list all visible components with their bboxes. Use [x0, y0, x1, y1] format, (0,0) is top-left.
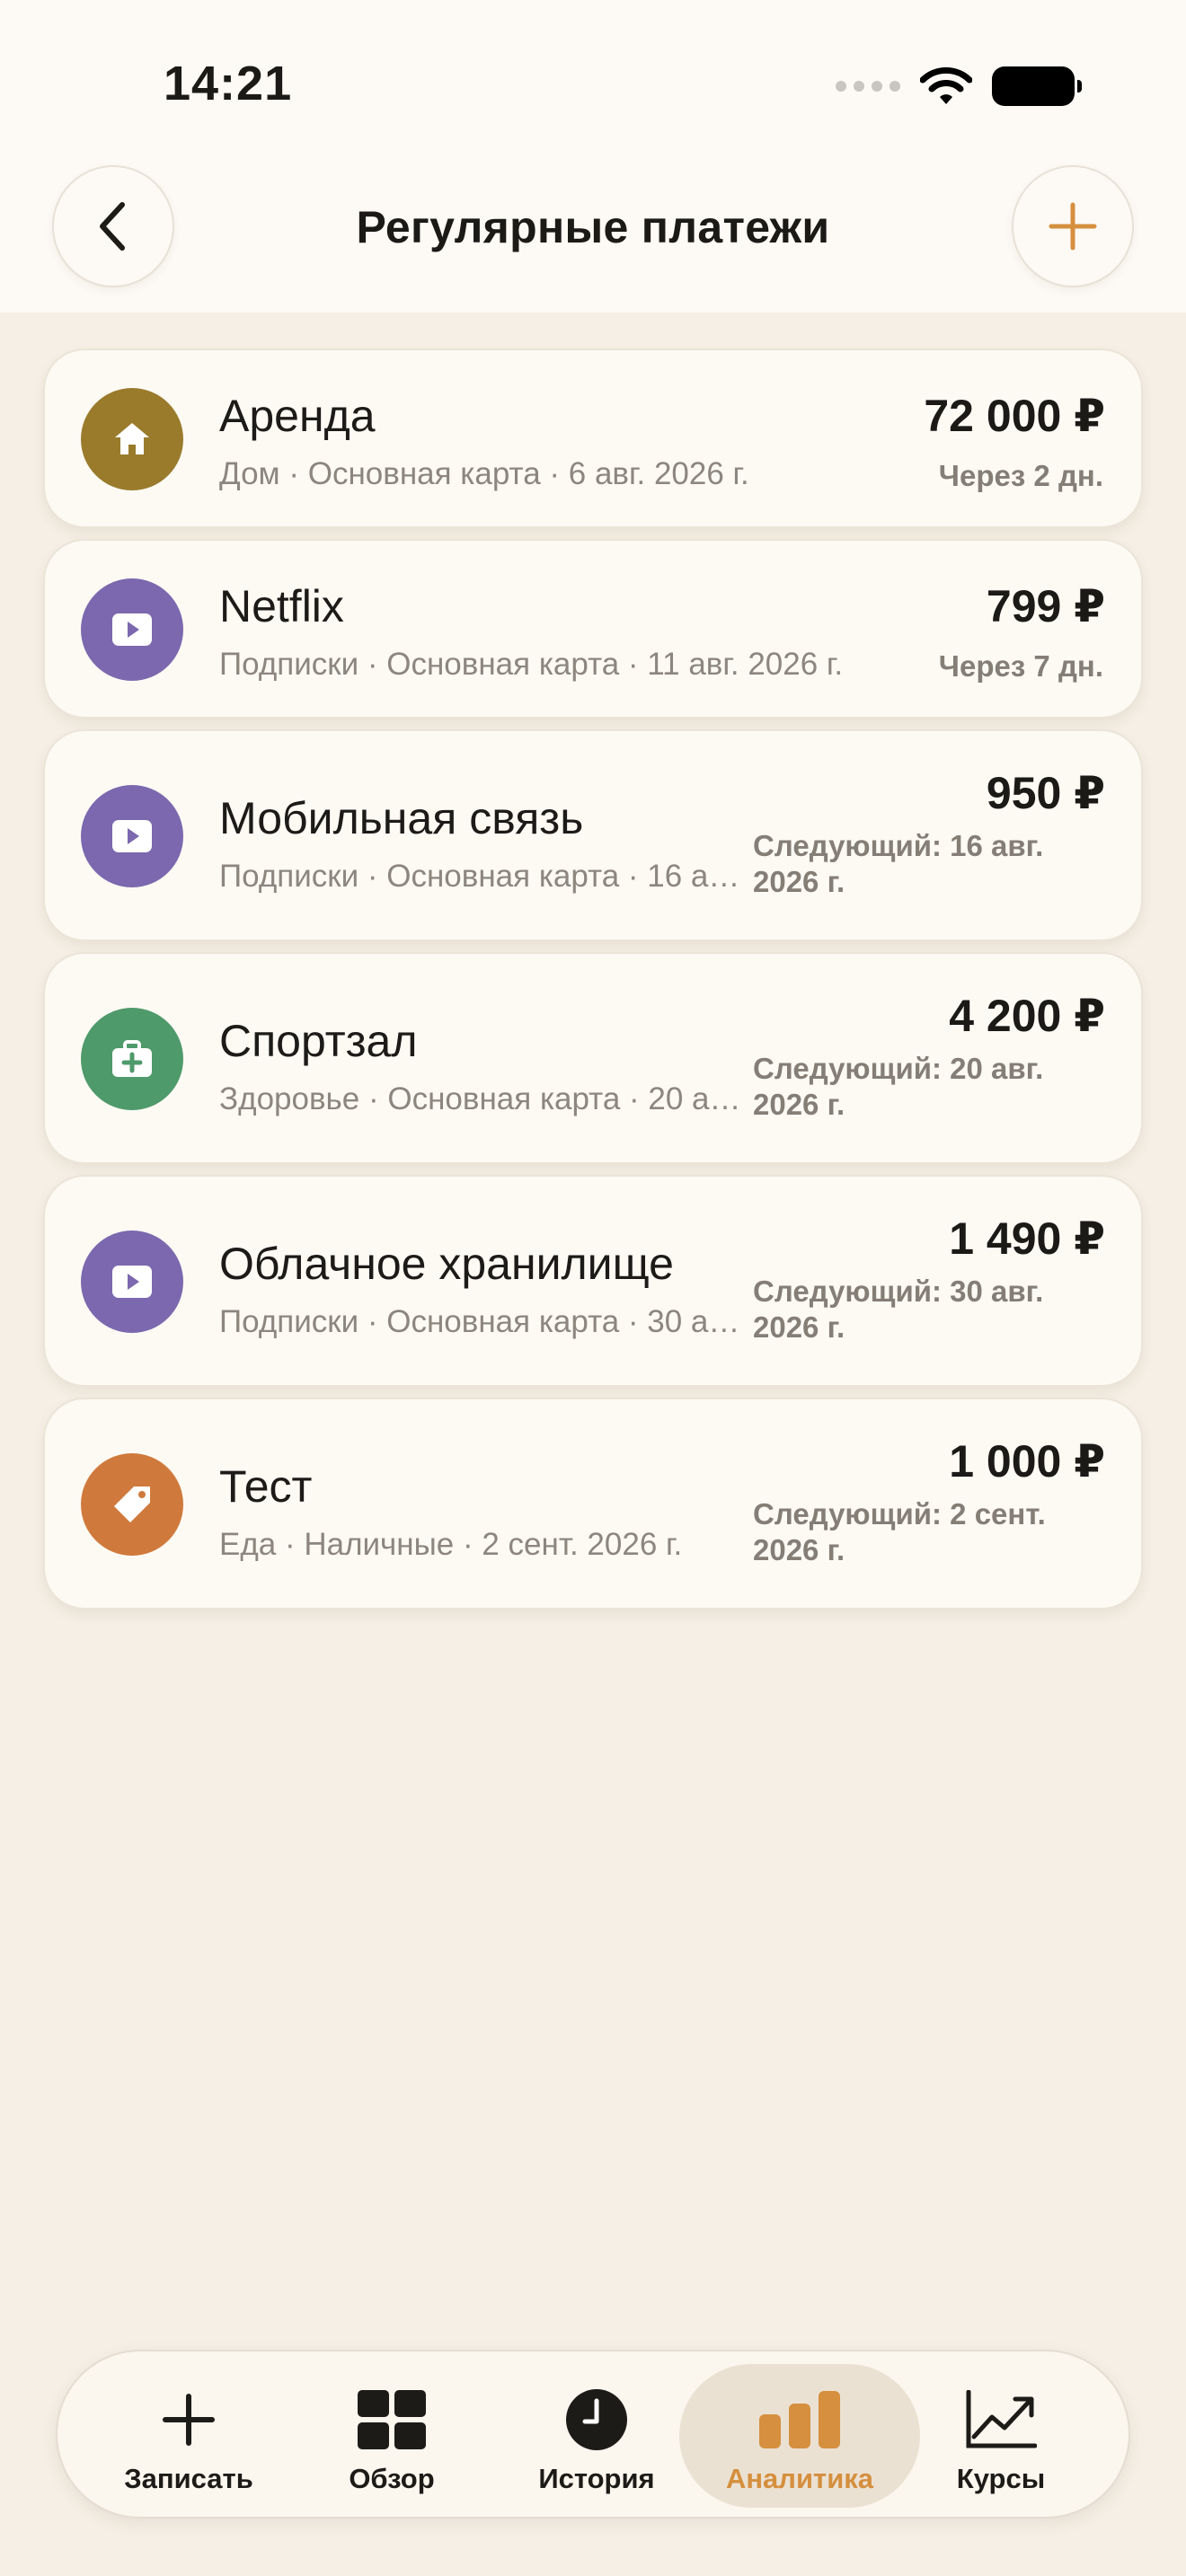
wifi-icon: [920, 66, 972, 104]
payment-amount: 950 ₽: [986, 768, 1105, 818]
plus-icon: [1049, 202, 1097, 251]
tab-rates[interactable]: Курсы: [911, 2351, 1091, 2520]
home-icon: [81, 388, 183, 490]
grid-icon: [358, 2387, 426, 2452]
add-payment-button[interactable]: [1012, 165, 1134, 287]
payment-card[interactable]: Спортзал Здоровье · Основная карта · 20 …: [43, 952, 1143, 1164]
payment-card[interactable]: Аренда Дом · Основная карта · 6 авг. 202…: [43, 348, 1143, 528]
tab-bar: Записать Обзор История Аналитика Курсы: [56, 2350, 1130, 2519]
play-icon: [81, 785, 183, 887]
payment-meta: Здоровье · Основная карта · 20 авг. 2026…: [219, 1081, 749, 1116]
tab-label: Аналитика: [725, 2463, 874, 2494]
payment-amount: 1 000 ₽: [949, 1436, 1105, 1486]
tab-analytics[interactable]: Аналитика: [679, 2364, 920, 2508]
tab-label: История: [538, 2463, 655, 2494]
battery-icon: [992, 66, 1082, 106]
payment-due: Следующий: 16 авг. 2026 г.: [753, 829, 1044, 898]
payment-amount: 72 000 ₽: [924, 391, 1105, 441]
tab-label: Записать: [124, 2463, 253, 2494]
status-icons: [836, 66, 1082, 106]
tab-label: Курсы: [956, 2463, 1046, 2494]
play-icon: [81, 578, 183, 681]
signal-icon: [836, 81, 900, 92]
payment-name: Тест: [219, 1461, 313, 1512]
payment-name: Облачное хранилище: [219, 1239, 674, 1289]
header: 14:21 Регулярные платежи: [0, 0, 1186, 313]
payment-card[interactable]: Netflix Подписки · Основная карта · 11 а…: [43, 539, 1143, 719]
payment-name: Netflix: [219, 581, 344, 631]
bar-chart-icon: [759, 2387, 840, 2452]
payment-due: Следующий: 20 авг. 2026 г.: [753, 1052, 1044, 1121]
tab-history[interactable]: История: [507, 2351, 686, 2520]
clock-icon: [565, 2387, 628, 2452]
plus-icon: [162, 2387, 216, 2452]
payment-name: Аренда: [219, 391, 376, 441]
tag-icon: [81, 1453, 183, 1556]
payment-card[interactable]: Тест Еда · Наличные · 2 сент. 2026 г. 1 …: [43, 1398, 1143, 1610]
payment-amount: 1 490 ₽: [949, 1213, 1105, 1264]
status-time: 14:21: [164, 57, 293, 110]
payments-list: Аренда Дом · Основная карта · 6 авг. 202…: [43, 348, 1143, 1620]
payment-name: Спортзал: [219, 1016, 418, 1066]
play-icon: [81, 1231, 183, 1333]
tab-overview[interactable]: Обзор: [302, 2351, 482, 2520]
payment-name: Мобильная связь: [219, 793, 584, 843]
payment-amount: 4 200 ₽: [949, 991, 1105, 1041]
payment-due: Через 2 дн.: [938, 459, 1103, 492]
payment-due: Следующий: 30 авг. 2026 г.: [753, 1275, 1044, 1344]
payment-meta: Подписки · Основная карта · 11 авг. 2026…: [219, 647, 844, 682]
payment-due: Через 7 дн.: [938, 649, 1103, 683]
payment-card[interactable]: Мобильная связь Подписки · Основная карт…: [43, 729, 1143, 941]
tab-record[interactable]: Записать: [99, 2351, 279, 2520]
payment-meta: Подписки · Основная карта · 16 авг. 2026…: [219, 859, 749, 894]
payment-meta: Дом · Основная карта · 6 авг. 2026 г.: [219, 456, 749, 491]
payment-amount: 799 ₽: [986, 581, 1105, 631]
payment-card[interactable]: Облачное хранилище Подписки · Основная к…: [43, 1175, 1143, 1387]
payment-due: Следующий: 2 сент. 2026 г.: [753, 1497, 1046, 1566]
page-title: Регулярные платежи: [356, 202, 830, 252]
trend-icon: [965, 2387, 1037, 2452]
payment-meta: Еда · Наличные · 2 сент. 2026 г.: [219, 1527, 683, 1562]
payment-meta: Подписки · Основная карта · 30 авг. 2026…: [219, 1304, 749, 1339]
tab-label: Обзор: [349, 2463, 435, 2494]
medkit-icon: [81, 1008, 183, 1110]
